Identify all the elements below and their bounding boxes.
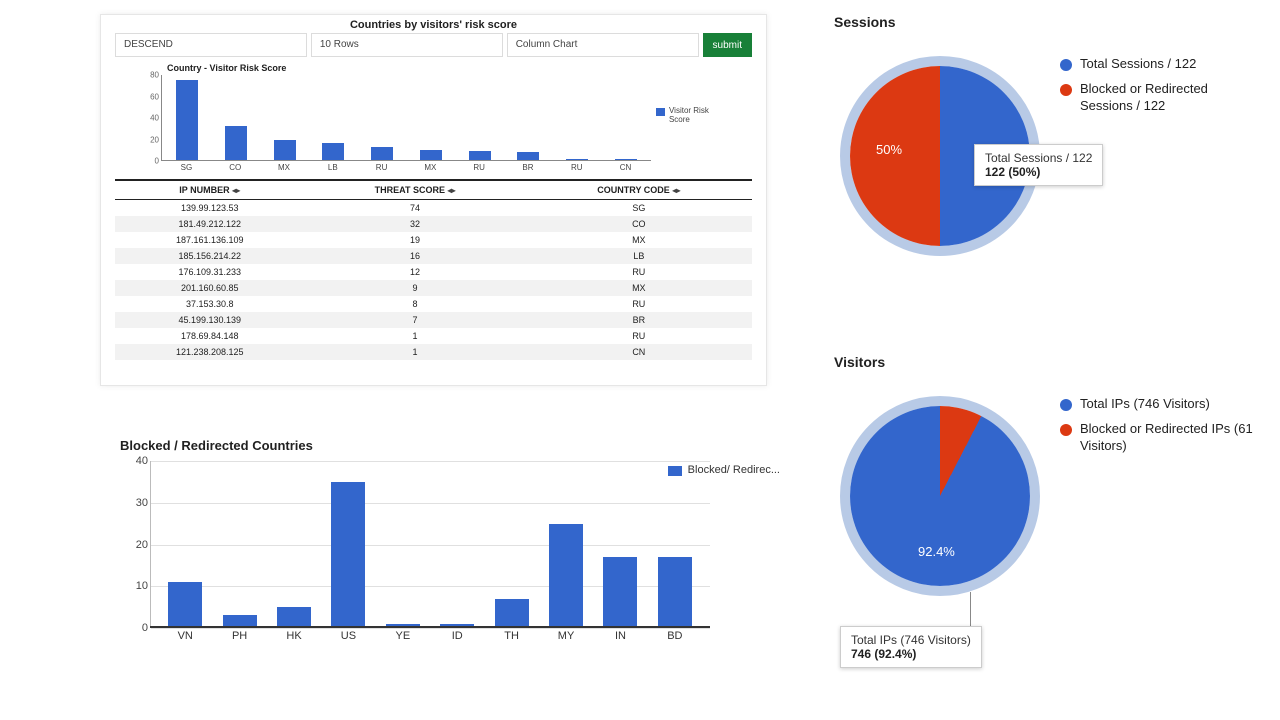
legend-item[interactable]: Blocked or Redirected IPs (61 Visitors) (1080, 421, 1260, 455)
bar[interactable] (322, 143, 344, 160)
bar[interactable] (566, 159, 588, 160)
x-tick: US (321, 630, 375, 646)
x-tick: CO (216, 163, 255, 175)
x-tick: LB (313, 163, 352, 175)
x-tick: MX (411, 163, 450, 175)
bar[interactable] (495, 599, 529, 628)
dot-icon (1060, 399, 1072, 411)
table-row[interactable]: 187.161.136.10919MX (115, 232, 752, 248)
chart-type-select[interactable]: Column Chart (507, 33, 699, 57)
table-row[interactable]: 121.238.208.1251CN (115, 344, 752, 360)
order-select[interactable]: DESCEND (115, 33, 307, 57)
sessions-legend: Total Sessions / 122 Blocked or Redirect… (1060, 56, 1260, 123)
block-chart-legend: Blocked/ Redirec... (668, 464, 780, 476)
bar-area (161, 75, 651, 161)
visitors-slice-label: 92.4% (918, 544, 955, 559)
y-axis-labels: 020406080 (139, 75, 159, 175)
x-tick: RU (362, 163, 401, 175)
col-ip[interactable]: IP NUMBER ◂▸ (115, 181, 304, 200)
card-controls: DESCEND 10 Rows Column Chart submit (101, 33, 766, 63)
mini-chart-legend: Visitor Risk Score (656, 107, 716, 125)
table-row[interactable]: 178.69.84.1481RU (115, 328, 752, 344)
sort-icon: ◂▸ (447, 186, 455, 195)
bar[interactable] (658, 557, 692, 628)
bar[interactable] (615, 159, 637, 160)
x-axis-line (150, 626, 710, 628)
mini-chart-title: Country - Visitor Risk Score (101, 63, 766, 73)
risk-score-card: Countries by visitors' risk score DESCEN… (100, 14, 767, 386)
visitors-tooltip: Total IPs (746 Visitors) 746 (92.4%) (840, 626, 982, 668)
block-chart-title: Blocked / Redirected Countries (120, 438, 780, 453)
x-tick: ID (430, 630, 484, 646)
bar[interactable] (225, 126, 247, 160)
legend-item[interactable]: Total IPs (746 Visitors) (1080, 396, 1210, 413)
x-tick: HK (267, 630, 321, 646)
table-row[interactable]: 185.156.214.2216LB (115, 248, 752, 264)
dot-icon (1060, 59, 1072, 71)
x-tick: BR (509, 163, 548, 175)
rows-select[interactable]: 10 Rows (311, 33, 503, 57)
blocked-countries-chart: Blocked / Redirected Countries 010203040… (120, 438, 780, 668)
col-country[interactable]: COUNTRY CODE ◂▸ (526, 181, 752, 200)
sort-icon: ◂▸ (232, 186, 240, 195)
x-tick: PH (212, 630, 266, 646)
risk-score-bar-chart: 020406080 SGCOMXLBRUMXRUBRRUCN (161, 75, 651, 175)
x-tick: BD (648, 630, 702, 646)
bar[interactable] (517, 152, 539, 160)
legend-swatch (656, 108, 665, 116)
bar[interactable] (371, 147, 393, 160)
x-tick: CN (606, 163, 645, 175)
sessions-section: Sessions 50% Total Sessions / 122 Blocke… (830, 14, 1260, 354)
bar[interactable] (603, 557, 637, 628)
bar[interactable] (420, 150, 442, 160)
sessions-slice-label: 50% (876, 142, 902, 157)
legend-swatch (668, 466, 682, 476)
bar[interactable] (274, 140, 296, 160)
card-title: Countries by visitors' risk score (101, 15, 766, 33)
table-row[interactable]: 176.109.31.23312RU (115, 264, 752, 280)
x-tick: YE (376, 630, 430, 646)
ip-table: IP NUMBER ◂▸ THREAT SCORE ◂▸ COUNTRY COD… (115, 179, 752, 360)
visitors-legend: Total IPs (746 Visitors) Blocked or Redi… (1060, 396, 1260, 463)
x-tick: IN (593, 630, 647, 646)
bar-area (150, 461, 710, 628)
table-row[interactable]: 45.199.130.1397BR (115, 312, 752, 328)
col-threat[interactable]: THREAT SCORE ◂▸ (304, 181, 525, 200)
x-axis-labels: VNPHHKUSYEIDTHMYINBD (150, 630, 710, 646)
sessions-tooltip: Total Sessions / 122 122 (50%) (974, 144, 1103, 186)
table-row[interactable]: 139.99.123.5374SG (115, 200, 752, 217)
x-tick: VN (158, 630, 212, 646)
visitors-pie[interactable] (840, 396, 1040, 596)
bar[interactable] (331, 482, 365, 628)
sessions-title: Sessions (834, 14, 1260, 30)
sort-icon: ◂▸ (672, 186, 680, 195)
dot-icon (1060, 424, 1072, 436)
bar[interactable] (549, 524, 583, 628)
legend-text: Blocked/ Redirec... (688, 464, 780, 476)
bar[interactable] (469, 151, 491, 160)
table-row[interactable]: 201.160.60.859MX (115, 280, 752, 296)
x-tick: SG (167, 163, 206, 175)
x-tick: TH (484, 630, 538, 646)
table-row[interactable]: 37.153.30.88RU (115, 296, 752, 312)
x-tick: RU (557, 163, 596, 175)
table-row[interactable]: 181.49.212.12232CO (115, 216, 752, 232)
bar[interactable] (277, 607, 311, 628)
y-axis-labels: 010203040 (122, 461, 148, 628)
submit-button[interactable]: submit (703, 33, 752, 57)
visitors-section: Visitors 92.4% Total IPs (746 Visitors) … (830, 354, 1260, 694)
legend-text: Visitor Risk Score (669, 107, 716, 125)
x-axis-labels: SG CO MX LB RU MX RU BR RU CN (161, 163, 651, 175)
legend-item[interactable]: Total Sessions / 122 (1080, 56, 1196, 73)
bar[interactable] (176, 80, 198, 160)
visitors-title: Visitors (834, 354, 1260, 370)
bar[interactable] (168, 582, 202, 628)
legend-item[interactable]: Blocked or Redirected Sessions / 122 (1080, 81, 1260, 115)
x-tick: MY (539, 630, 593, 646)
dot-icon (1060, 84, 1072, 96)
x-tick: MX (265, 163, 304, 175)
x-tick: RU (460, 163, 499, 175)
